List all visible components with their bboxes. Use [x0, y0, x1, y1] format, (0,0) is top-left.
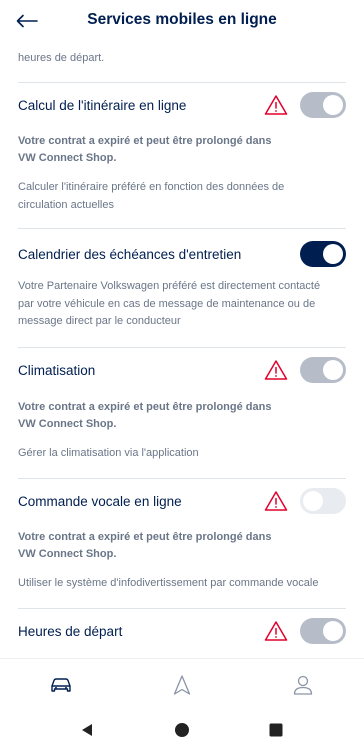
- divider: [18, 82, 346, 83]
- system-navigation-bar: [0, 710, 364, 750]
- page-title: Services mobiles en ligne: [87, 11, 277, 28]
- expired-contract-note: Votre contrat a expiré et peut être prol…: [18, 133, 338, 166]
- voice-command-toggle[interactable]: [300, 488, 346, 514]
- recents-square-icon: [269, 723, 283, 737]
- bottom-navigation: [0, 658, 364, 710]
- departure-times-toggle[interactable]: [300, 618, 346, 644]
- divider: [18, 608, 346, 609]
- warning-icon: [264, 95, 288, 115]
- app-header: Services mobiles en ligne: [0, 0, 364, 42]
- note-line: Votre contrat a expiré et peut être prol…: [18, 135, 272, 147]
- profile-icon: [294, 675, 313, 695]
- previous-description-fragment: heures de départ.: [18, 52, 105, 64]
- note-line: Votre contrat a expiré et peut être prol…: [18, 531, 272, 543]
- service-description: Utiliser le système d'infodivertissement…: [18, 575, 348, 593]
- description-line: Utiliser le système d'infodivertissement…: [18, 577, 319, 589]
- car-icon: [50, 677, 71, 692]
- system-back-button[interactable]: [78, 721, 96, 739]
- air-conditioning-toggle[interactable]: [300, 357, 346, 383]
- services-list[interactable]: heures de départ. Calcul de l'itinéraire…: [0, 42, 364, 658]
- toggle-knob: [323, 244, 343, 264]
- description-line: message direct par le conducteur: [18, 315, 181, 327]
- service-title-route-calculation: Calcul de l'itinéraire en ligne: [18, 98, 187, 113]
- system-recents-button[interactable]: [267, 721, 285, 739]
- service-description: Votre Partenaire Volkswagen préféré est …: [18, 278, 348, 331]
- service-description: Gérer la climatisation via l'application: [18, 445, 348, 463]
- maintenance-calendar-toggle[interactable]: [300, 241, 346, 267]
- home-circle-icon: [175, 723, 189, 737]
- note-line: VW Connect Shop.: [18, 417, 117, 430]
- warning-icon: [264, 360, 288, 380]
- toggle-knob: [323, 95, 343, 115]
- description-line: par votre véhicule en cas de message de …: [18, 297, 316, 310]
- description-line: Votre Partenaire Volkswagen préféré est …: [18, 280, 321, 292]
- warning-icon: [264, 491, 288, 511]
- nav-navigation[interactable]: [162, 665, 202, 705]
- service-title-air-conditioning: Climatisation: [18, 363, 96, 378]
- service-title-maintenance-calendar: Calendrier des échéances d'entretien: [18, 247, 242, 262]
- nav-profile[interactable]: [283, 665, 323, 705]
- expired-contract-note: Votre contrat a expiré et peut être prol…: [18, 399, 338, 432]
- back-triangle-icon: [82, 724, 92, 736]
- expired-contract-note: Votre contrat a expiré et peut être prol…: [18, 529, 338, 562]
- route-calculation-toggle[interactable]: [300, 92, 346, 118]
- toggle-knob: [323, 621, 343, 641]
- warning-icon: [264, 621, 288, 641]
- toggle-knob: [323, 360, 343, 380]
- service-description: Calculer l'itinéraire préféré en fonctio…: [18, 179, 348, 214]
- divider: [18, 478, 346, 479]
- system-home-button[interactable]: [173, 721, 191, 739]
- toggle-knob: [303, 491, 323, 511]
- note-line: VW Connect Shop.: [18, 547, 117, 560]
- navigation-icon: [173, 674, 191, 695]
- description-line: Gérer la climatisation via l'application: [18, 447, 199, 459]
- divider: [18, 347, 346, 348]
- note-line: Votre contrat a expiré et peut être prol…: [18, 401, 272, 413]
- service-title-voice-command: Commande vocale en ligne: [18, 494, 182, 509]
- description-line: Calculer l'itinéraire préféré en fonctio…: [18, 181, 285, 193]
- divider: [18, 228, 346, 229]
- description-line: circulation actuelles: [18, 198, 114, 211]
- note-line: VW Connect Shop.: [18, 151, 117, 164]
- service-title-departure-times: Heures de départ: [18, 624, 123, 639]
- nav-vehicle[interactable]: [41, 665, 81, 705]
